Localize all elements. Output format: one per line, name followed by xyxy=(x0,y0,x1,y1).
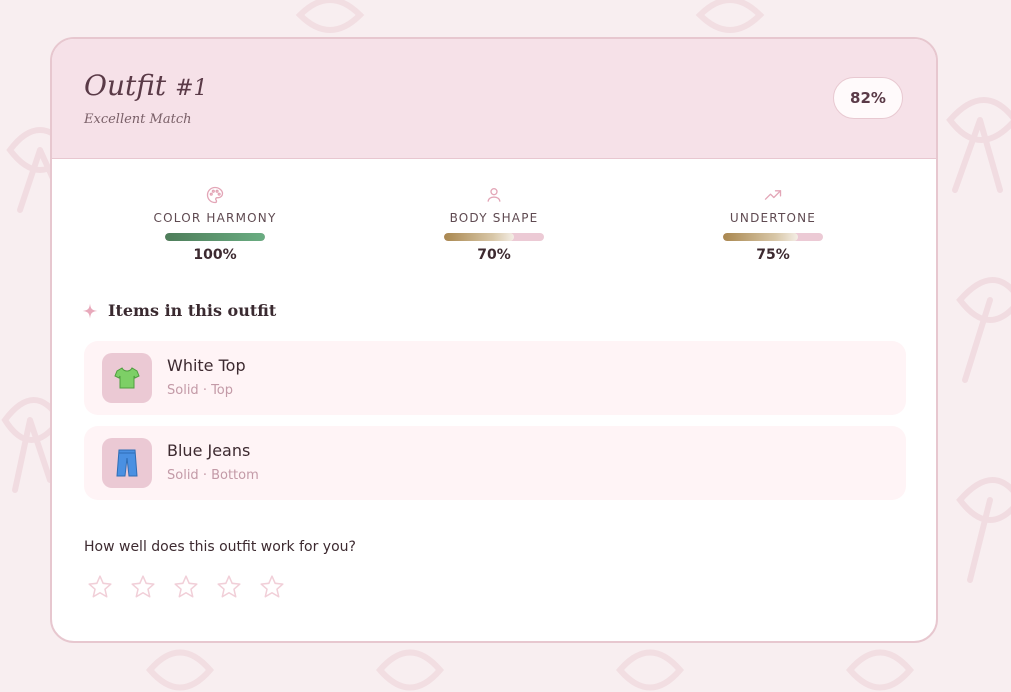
star-rating xyxy=(87,574,285,600)
rating-question: How well does this outfit work for you? xyxy=(84,539,356,555)
metric-bar-fill xyxy=(723,233,798,241)
match-score-badge: 82% xyxy=(833,77,903,119)
outfit-number: #1 xyxy=(175,76,208,101)
items-heading-text: Items in this outfit xyxy=(108,301,277,320)
list-item-white-top[interactable]: White Top Solid · Top xyxy=(84,341,906,415)
t-shirt-icon xyxy=(114,367,140,389)
star-icon[interactable] xyxy=(130,574,156,600)
metrics-row: COLOR HARMONY 100% BODY SHAPE 70% UNDERT… xyxy=(52,159,936,289)
metric-undertone: UNDERTONE 75% xyxy=(673,185,873,263)
list-item-blue-jeans[interactable]: Blue Jeans Solid · Bottom xyxy=(84,426,906,500)
star-icon[interactable] xyxy=(87,574,113,600)
item-meta: Solid · Top xyxy=(167,383,234,398)
metric-body-shape: BODY SHAPE 70% xyxy=(394,185,594,263)
metric-label: UNDERTONE xyxy=(729,211,817,225)
metric-label: COLOR HARMONY xyxy=(153,211,277,225)
metric-value: 75% xyxy=(756,247,790,263)
item-thumbnail xyxy=(102,353,152,403)
item-meta: Solid · Bottom xyxy=(167,468,259,483)
item-name: Blue Jeans xyxy=(167,441,251,460)
star-icon[interactable] xyxy=(216,574,242,600)
match-subtitle: Excellent Match xyxy=(84,112,192,127)
metric-label: BODY SHAPE xyxy=(449,211,539,225)
palette-icon xyxy=(206,186,224,204)
sparkle-icon xyxy=(82,303,98,318)
outfit-card-header: Outfit #1 Excellent Match 82% xyxy=(52,39,936,159)
items-heading: Items in this outfit xyxy=(82,301,276,320)
metric-bar xyxy=(444,233,544,241)
star-icon[interactable] xyxy=(173,574,199,600)
metric-bar-fill xyxy=(165,233,265,241)
trending-up-icon xyxy=(764,190,782,200)
item-thumbnail xyxy=(102,438,152,488)
item-name: White Top xyxy=(167,356,246,375)
metric-value: 70% xyxy=(477,247,511,263)
person-icon xyxy=(487,188,501,202)
metric-bar-fill xyxy=(444,233,514,241)
metric-color-harmony: COLOR HARMONY 100% xyxy=(115,185,315,263)
metric-bar xyxy=(723,233,823,241)
outfit-title: Outfit #1 xyxy=(84,69,208,102)
metric-value: 100% xyxy=(193,247,237,263)
outfit-card: Outfit #1 Excellent Match 82% COLOR HARM… xyxy=(50,37,938,643)
star-icon[interactable] xyxy=(259,574,285,600)
jeans-icon xyxy=(116,449,138,477)
metric-bar xyxy=(165,233,265,241)
